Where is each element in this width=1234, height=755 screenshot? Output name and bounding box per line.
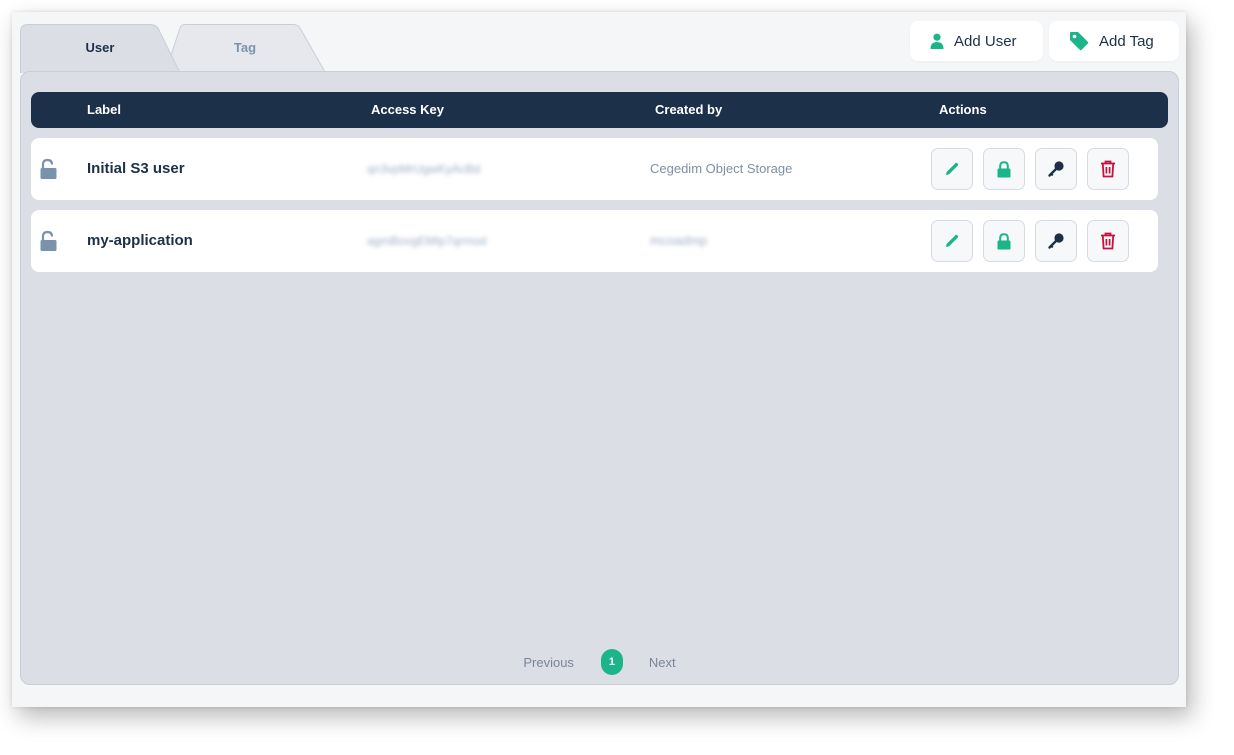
app-window: Tag User Add User Add Tag Label Access K… xyxy=(12,12,1186,707)
add-user-button[interactable]: Add User xyxy=(910,21,1043,61)
tab-user[interactable]: User xyxy=(20,24,181,73)
trash-icon xyxy=(1101,160,1115,178)
key-button[interactable] xyxy=(1035,220,1077,262)
tab-user-label: User xyxy=(85,40,115,55)
column-header-actions: Actions xyxy=(939,102,987,117)
unlock-icon xyxy=(40,158,57,179)
table-row: my-application agmBovgEMIp7qrmod mcoadmp xyxy=(31,210,1158,272)
previous-page-button[interactable]: Previous xyxy=(523,655,574,670)
tab-tag[interactable]: Tag xyxy=(165,24,326,72)
tag-icon xyxy=(1070,32,1089,51)
column-header-label: Label xyxy=(87,102,121,117)
trash-icon xyxy=(1101,232,1115,250)
access-key: agmBovgEMIp7qrmod xyxy=(367,234,487,248)
table-row: Initial S3 user qn3vpMrUgwKyAcBd Cegedim… xyxy=(31,138,1158,200)
pagination: Previous 1 Next xyxy=(21,649,1178,675)
delete-button[interactable] xyxy=(1087,148,1129,190)
users-panel: Label Access Key Created by Actions Init… xyxy=(20,71,1179,685)
edit-button[interactable] xyxy=(931,148,973,190)
add-tag-label: Add Tag xyxy=(1099,32,1154,50)
table-header: Label Access Key Created by Actions xyxy=(31,92,1168,128)
key-icon xyxy=(1048,161,1064,177)
add-user-label: Add User xyxy=(954,32,1017,50)
column-header-access-key: Access Key xyxy=(371,102,444,117)
user-label: Initial S3 user xyxy=(87,160,185,177)
lock-button[interactable] xyxy=(983,220,1025,262)
edit-button[interactable] xyxy=(931,220,973,262)
key-button[interactable] xyxy=(1035,148,1077,190)
lock-icon xyxy=(997,160,1011,177)
created-by: Cegedim Object Storage xyxy=(650,161,793,176)
pencil-icon xyxy=(946,234,959,247)
access-key: qn3vpMrUgwKyAcBd xyxy=(367,162,481,176)
user-icon xyxy=(930,33,944,49)
unlock-icon xyxy=(40,230,57,251)
add-tag-button[interactable]: Add Tag xyxy=(1049,21,1179,61)
lock-icon xyxy=(997,232,1011,249)
next-page-button[interactable]: Next xyxy=(649,655,676,670)
column-header-created-by: Created by xyxy=(655,102,723,117)
user-label: my-application xyxy=(87,232,193,249)
lock-button[interactable] xyxy=(983,148,1025,190)
pencil-icon xyxy=(946,162,959,175)
delete-button[interactable] xyxy=(1087,220,1129,262)
page-number-current[interactable]: 1 xyxy=(600,649,623,675)
created-by: mcoadmp xyxy=(650,233,708,248)
tab-tag-label: Tag xyxy=(233,40,257,55)
key-icon xyxy=(1048,233,1064,249)
